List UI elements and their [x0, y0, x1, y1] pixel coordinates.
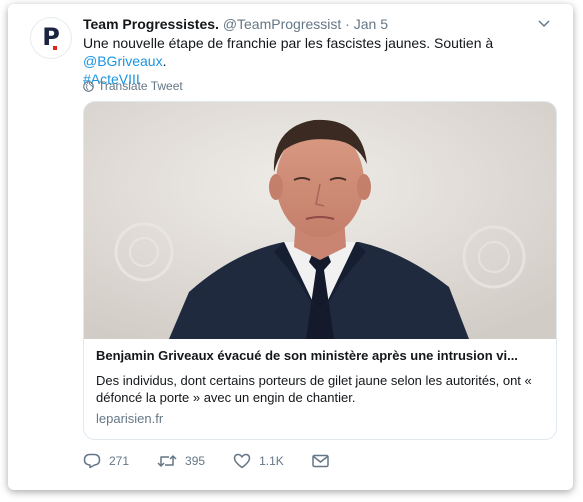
link-preview-card[interactable]: Benjamin Griveaux évacué de son ministèr… — [83, 101, 557, 440]
retweet-button[interactable]: 395 — [157, 453, 205, 469]
preview-meta: Benjamin Griveaux évacué de son ministèr… — [96, 347, 544, 426]
preview-title: Benjamin Griveaux évacué de son ministèr… — [96, 348, 518, 363]
tweet-card: P Team Progressistes. @TeamProgressist ·… — [8, 4, 573, 490]
preview-description: Des individus, dont certains porteurs de… — [96, 373, 532, 405]
preview-domain: leparisien.fr — [96, 411, 164, 426]
like-button[interactable]: 1.1K — [233, 453, 284, 469]
retweet-count: 395 — [185, 454, 206, 468]
author-handle[interactable]: @TeamProgressist — [223, 16, 341, 32]
reply-icon — [83, 453, 101, 469]
retweet-icon — [157, 455, 177, 467]
author-name[interactable]: Team Progressistes. — [83, 16, 219, 32]
mention-link[interactable]: @BGriveaux — [83, 53, 163, 69]
reply-count: 271 — [109, 454, 130, 468]
tweet-text-period: . — [162, 53, 167, 69]
heart-icon — [233, 453, 251, 469]
separator-dot: · — [345, 16, 350, 32]
preview-image — [84, 102, 556, 339]
avatar-letter: P — [42, 23, 60, 51]
avatar-red-dot — [53, 46, 57, 50]
avatar[interactable]: P — [30, 17, 72, 59]
translate-tweet-link[interactable]: Translate Tweet — [83, 79, 183, 93]
direct-message-button[interactable] — [312, 454, 329, 468]
tweet-date[interactable]: Jan 5 — [354, 16, 388, 32]
translate-label: Translate Tweet — [98, 79, 183, 93]
chevron-down-icon[interactable] — [537, 16, 551, 30]
tweet-text-main: Une nouvelle étape de franchie par les f… — [83, 35, 494, 51]
like-count: 1.1K — [259, 454, 284, 468]
globe-icon — [83, 80, 94, 92]
tweet-actions: 271 395 1.1K — [83, 453, 357, 469]
tweet-header: Team Progressistes. @TeamProgressist · J… — [83, 15, 553, 33]
envelope-icon — [312, 454, 329, 468]
reply-button[interactable]: 271 — [83, 453, 129, 469]
